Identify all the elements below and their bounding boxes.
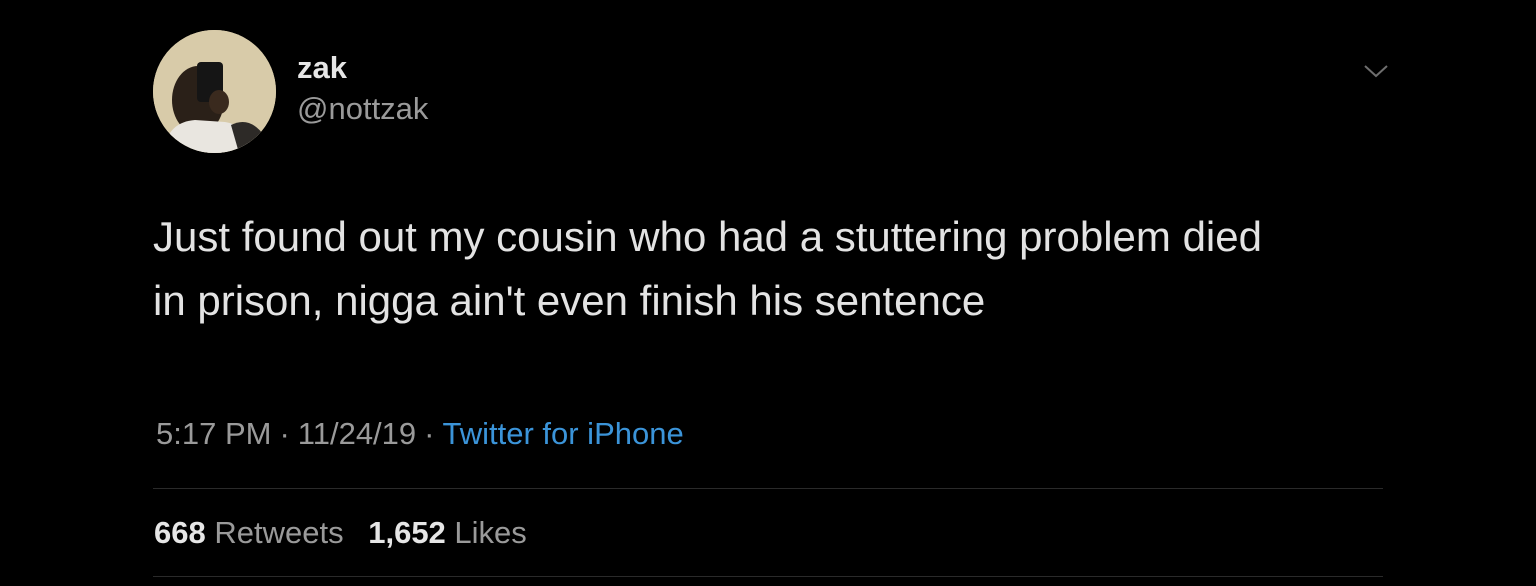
- meta-separator: ·: [424, 416, 435, 451]
- avatar-image: [153, 30, 276, 153]
- tweet-text: Just found out my cousin who had a stutt…: [153, 205, 1403, 333]
- tweet-date: 11/24/19: [297, 416, 417, 451]
- tweet-text-line: in prison, nigga ain't even finish his s…: [153, 277, 986, 324]
- tweet-text-line: Just found out my cousin who had a stutt…: [153, 213, 1262, 260]
- avatar[interactable]: [153, 30, 276, 153]
- likes-count: 1,652: [368, 515, 446, 550]
- tweet-stats: 668 Retweets 1,652 Likes: [154, 513, 527, 553]
- likes-stat[interactable]: 1,652 Likes: [368, 513, 527, 553]
- divider: [153, 488, 1383, 489]
- display-name[interactable]: zak: [297, 48, 347, 88]
- meta-separator: ·: [279, 416, 290, 451]
- retweets-count: 668: [154, 515, 206, 550]
- retweets-stat[interactable]: 668 Retweets: [154, 513, 344, 553]
- likes-label: Likes: [454, 515, 527, 550]
- tweet-time: 5:17 PM: [156, 416, 272, 451]
- retweets-label: Retweets: [214, 515, 344, 550]
- divider: [153, 576, 1383, 577]
- tweet-source-link[interactable]: Twitter for iPhone: [442, 416, 683, 451]
- tweet-card: zak @nottzak Just found out my cousin wh…: [0, 0, 1536, 586]
- chevron-down-icon[interactable]: [1362, 60, 1390, 82]
- user-handle[interactable]: @nottzak: [297, 89, 428, 129]
- tweet-meta: 5:17 PM · 11/24/19 · Twitter for iPhone: [156, 414, 684, 454]
